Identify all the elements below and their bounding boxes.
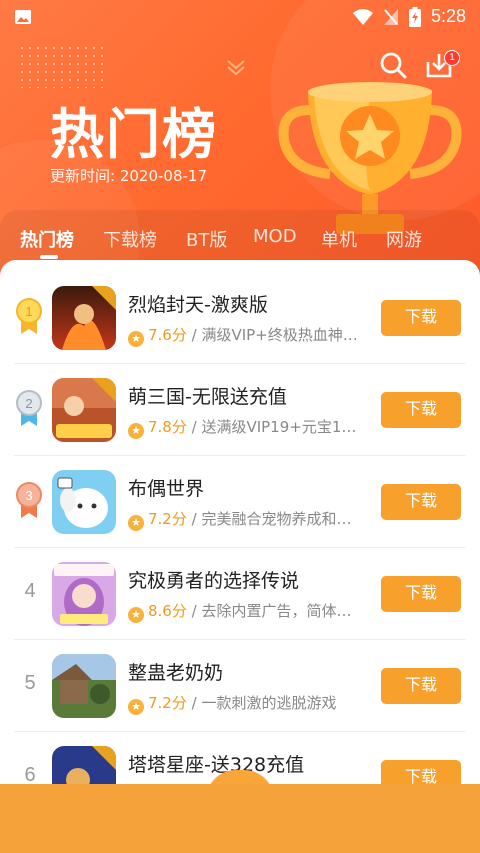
game-meta: ★ 7.6分 / 满级VIP+终极热血神… bbox=[128, 324, 364, 347]
three-kingdoms-icon bbox=[52, 378, 116, 442]
game-desc: 完美融合宠物养成和… bbox=[201, 510, 352, 528]
puppet-dog-icon bbox=[52, 470, 116, 534]
rank-number: 5 bbox=[24, 672, 36, 694]
game-score: 8.6分 bbox=[148, 602, 187, 620]
game-name: 究极勇者的选择传说 bbox=[128, 570, 300, 592]
tab-mod[interactable]: MOD bbox=[253, 226, 297, 247]
game-desc: 去除内置广告，简体… bbox=[201, 602, 352, 620]
granny-prank-icon bbox=[52, 654, 116, 718]
page-title: 热门榜 bbox=[50, 103, 218, 166]
game-desc: 满级VIP+终极热血神… bbox=[201, 326, 358, 344]
game-score: 7.2分 bbox=[148, 694, 187, 712]
update-label: 更新时间: bbox=[50, 167, 116, 185]
download-count-badge: 1 bbox=[444, 50, 460, 66]
star-icon: ★ bbox=[128, 699, 144, 715]
header-banner: 5:28 1 热门榜 更新时间: 2020-08-17 热门榜 下载榜 BT版 … bbox=[0, 0, 480, 280]
game-name: 萌三国-无限送充值 bbox=[128, 386, 287, 408]
tab-online[interactable]: 网游 bbox=[386, 226, 422, 252]
game-meta: ★ 7.2分 / 完美融合宠物养成和… bbox=[128, 508, 364, 531]
list-item[interactable]: 2 萌三国-无限送充值 ★ 7.8分 / 送满级VIP19+元宝1… 下载 bbox=[0, 364, 480, 456]
game-meta: ★ 7.8分 / 送满级VIP19+元宝1… bbox=[128, 416, 364, 439]
star-icon: ★ bbox=[128, 515, 144, 531]
rank-number: 3 bbox=[25, 488, 32, 503]
status-time: 5:28 bbox=[430, 6, 466, 26]
game-name: 布偶世界 bbox=[128, 478, 205, 500]
game-desc: 一款刺激的逃脱游戏 bbox=[201, 694, 337, 712]
chevron-down-icon[interactable] bbox=[224, 58, 248, 78]
download-button[interactable]: 下载 bbox=[381, 668, 461, 704]
no-signal-icon bbox=[383, 8, 398, 25]
tab-bt[interactable]: BT版 bbox=[186, 226, 227, 252]
fire-warrior-icon bbox=[52, 286, 116, 350]
update-date: 2020-08-17 bbox=[119, 167, 208, 185]
bronze-medal-icon: 3 bbox=[16, 482, 42, 518]
star-icon: ★ bbox=[128, 607, 144, 623]
rank-number: 6 bbox=[24, 764, 36, 784]
bottom-bar bbox=[0, 784, 480, 853]
rank-number: 2 bbox=[25, 396, 32, 411]
download-button[interactable]: 下载 bbox=[381, 760, 461, 784]
list-item[interactable]: 1 烈焰封天-激爽版 ★ 7.6分 / 满级VIP+终极热血神… 下载 bbox=[0, 272, 480, 364]
download-button[interactable]: 下载 bbox=[381, 392, 461, 428]
list-item[interactable]: 3 布偶世界 ★ 7.2分 / 完美融合宠物养成和… 下载 bbox=[0, 456, 480, 548]
battery-charging-icon bbox=[408, 6, 421, 27]
tab-downloads[interactable]: 下载榜 bbox=[103, 226, 157, 252]
game-name: 塔塔星座-送328充值 bbox=[128, 754, 305, 776]
rank-number: 4 bbox=[24, 580, 36, 602]
download-button[interactable]: 下载 bbox=[381, 300, 461, 336]
ranking-list: 1 烈焰封天-激爽版 ★ 7.6分 / 满级VIP+终极热血神… 下载 2 萌三国… bbox=[0, 260, 480, 784]
download-button[interactable]: 下载 bbox=[381, 484, 461, 520]
game-score: 7.6分 bbox=[148, 326, 187, 344]
tab-hot[interactable]: 热门榜 bbox=[20, 226, 74, 252]
list-item[interactable]: 5 整蛊老奶奶 ★ 7.2分 / 一款刺激的逃脱游戏 下载 bbox=[0, 640, 480, 732]
game-desc: 送满级VIP19+元宝1… bbox=[201, 418, 357, 436]
game-name: 整蛊老奶奶 bbox=[128, 662, 224, 684]
game-score: 7.2分 bbox=[148, 510, 187, 528]
dot-pattern bbox=[18, 44, 108, 88]
star-icon: ★ bbox=[128, 423, 144, 439]
rank-number: 1 bbox=[25, 304, 32, 319]
update-time: 更新时间: 2020-08-17 bbox=[50, 165, 207, 186]
tab-single-player[interactable]: 单机 bbox=[321, 226, 357, 252]
gold-medal-icon: 1 bbox=[16, 298, 42, 334]
game-score: 7.8分 bbox=[148, 418, 187, 436]
status-bar: 5:28 bbox=[0, 0, 480, 34]
game-name: 烈焰封天-激爽版 bbox=[128, 294, 268, 316]
list-item[interactable]: 4 究极勇者的选择传说 ★ 8.6分 / 去除内置广告，简体… 下载 bbox=[0, 548, 480, 640]
constellation-icon bbox=[52, 746, 116, 784]
anime-girl-icon bbox=[52, 562, 116, 626]
star-icon: ★ bbox=[128, 331, 144, 347]
wifi-icon bbox=[352, 8, 373, 25]
gallery-icon bbox=[15, 10, 31, 24]
game-meta: ★ 7.2分 / 一款刺激的逃脱游戏 bbox=[128, 692, 364, 715]
active-tab-indicator bbox=[40, 255, 58, 259]
silver-medal-icon: 2 bbox=[16, 390, 42, 426]
game-meta: ★ 8.6分 / 去除内置广告，简体… bbox=[128, 600, 364, 623]
download-button[interactable]: 下载 bbox=[381, 576, 461, 612]
